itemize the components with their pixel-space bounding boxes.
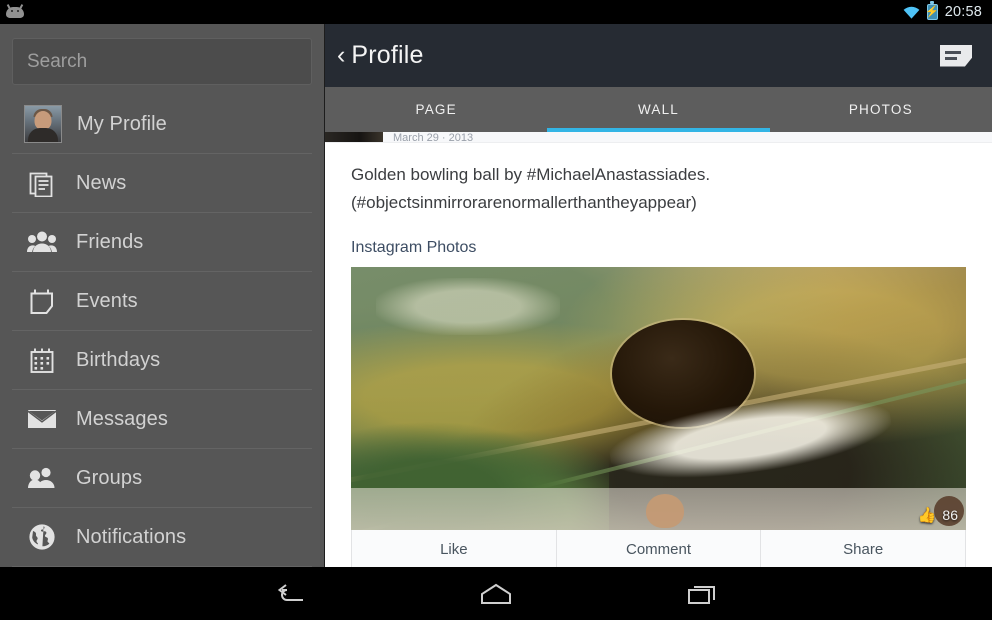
news-icon [24,165,60,201]
tab-label: PAGE [415,102,457,117]
like-count-badge: 👍 86 [918,507,958,523]
sidebar-item-label: News [76,171,127,194]
status-bar-left [4,4,26,20]
post-photo-image [351,267,966,530]
messages-icon [24,401,60,437]
sidebar-item-friends[interactable]: Friends [12,213,312,272]
album-link[interactable]: Instagram Photos [351,239,476,257]
battery-charging-icon: ⚡ [925,1,939,20]
wall-feed[interactable]: March 29 · 2013 Golden bowling ball by #… [325,132,992,567]
tab-label: PHOTOS [848,102,913,117]
thumbs-up-icon: 👍 [917,506,937,524]
tab-page[interactable]: PAGE [325,87,547,132]
sidebar-item-birthdays[interactable]: Birthdays [12,331,312,390]
status-bar: ⚡ 20:58 [0,0,992,24]
post-text-line-2: (#objectsinmirrorarenormallerthantheyapp… [351,193,697,212]
wifi-icon [903,6,920,19]
system-navigation-bar [0,567,992,620]
sidebar-item-my-profile[interactable]: My Profile [12,95,312,154]
sidebar-item-label: Friends [76,230,144,253]
sidebar-item-news[interactable]: News [12,154,312,213]
post-header-clipped: March 29 · 2013 [325,132,992,143]
groups-icon [24,460,60,496]
sidebar-item-label: Events [76,289,138,312]
home-icon[interactable] [473,577,519,611]
navigation-drawer: Search My Profile News Friends Events Bi… [0,24,325,567]
sidebar-item-label: Notifications [76,525,187,548]
status-bar-clock: 20:58 [944,4,982,20]
tab-bar: PAGE WALL PHOTOS [325,87,992,132]
post-author-thumbnail [325,132,383,142]
like-button[interactable]: Like [352,530,556,567]
back-chevron-icon[interactable]: ‹ [337,43,345,68]
recents-icon[interactable] [679,577,725,611]
tab-wall[interactable]: WALL [547,87,770,132]
notifications-globe-icon [24,519,60,555]
search-placeholder: Search [27,50,88,72]
status-bar-right: ⚡ 20:58 [903,1,982,20]
android-robot-icon [4,4,26,20]
sidebar-item-label: Messages [76,407,168,430]
post-body: Golden bowling ball by #MichaelAnastassi… [325,143,992,267]
sidebar-item-label: My Profile [77,112,167,135]
sidebar-item-groups[interactable]: Groups [12,449,312,508]
device-screen: ⚡ 20:58 Search My Profile News Friends E… [0,0,992,620]
events-icon [24,283,60,319]
post-action-bar: Like Comment Share [351,530,966,567]
avatar [24,105,62,143]
sidebar-item-messages[interactable]: Messages [12,390,312,449]
tab-label: WALL [637,102,680,117]
friends-icon [24,224,60,260]
post-photo[interactable]: 👍 86 [351,267,966,530]
main-content: ‹ Profile PAGE WALL PHOTOS March 29 · 20… [325,24,992,567]
page-title: Profile [351,41,424,69]
sidebar-item-label: Birthdays [76,348,161,371]
app-bar: ‹ Profile [325,24,992,87]
drawer-nav-list: My Profile News Friends Events Birthdays… [0,95,324,567]
share-button[interactable]: Share [760,530,965,567]
sidebar-item-notifications[interactable]: Notifications [12,508,312,567]
birthdays-icon [24,342,60,378]
post-timestamp: March 29 · 2013 [393,132,474,143]
search-input[interactable]: Search [12,38,312,85]
compose-icon[interactable] [940,43,974,69]
sidebar-item-label: Groups [76,466,143,489]
comment-button[interactable]: Comment [555,530,761,567]
back-icon[interactable] [267,577,313,611]
post-text-line-1: Golden bowling ball by #MichaelAnastassi… [351,165,711,184]
sidebar-item-events[interactable]: Events [12,272,312,331]
tab-photos[interactable]: PHOTOS [770,87,992,132]
like-count: 86 [942,507,958,523]
